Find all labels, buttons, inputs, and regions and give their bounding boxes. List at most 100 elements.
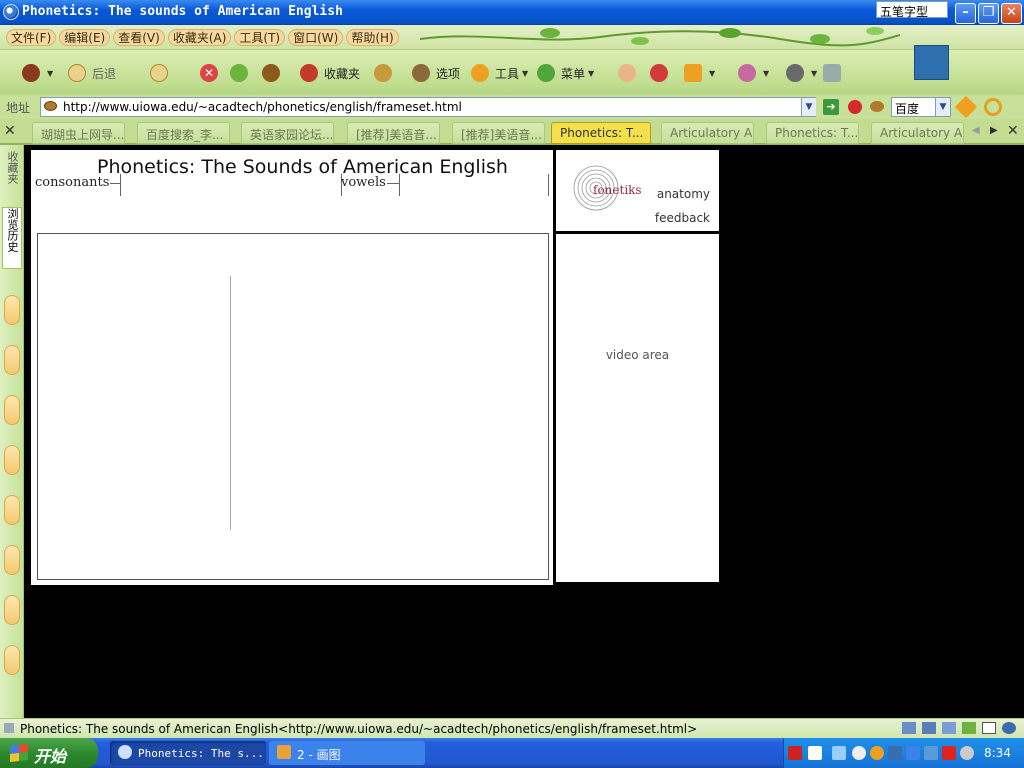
tray-icon[interactable]: [832, 746, 846, 760]
vowels-menu-bracket[interactable]: [399, 174, 549, 196]
sidebar-leaf-button[interactable]: [4, 295, 20, 325]
network-icon[interactable]: [888, 746, 902, 760]
search-icon[interactable]: [984, 98, 1002, 116]
home-button[interactable]: [262, 63, 284, 83]
home-menu-button[interactable]: ▼: [22, 63, 53, 83]
restore-button[interactable]: ❐: [978, 3, 999, 24]
sidebar-leaf-button[interactable]: [4, 445, 20, 475]
tab[interactable]: [推荐]美语音...: [452, 122, 545, 144]
mail-button[interactable]: ▼: [684, 63, 715, 83]
sidebar-leaf-button[interactable]: [4, 395, 20, 425]
system-tray: 8:34: [783, 738, 1024, 768]
sidebar-leaf-button[interactable]: [4, 495, 20, 525]
tray-icon[interactable]: [788, 746, 802, 760]
feedback-link[interactable]: feedback: [655, 211, 710, 225]
sidebar-leaf-button[interactable]: [4, 595, 20, 625]
taskbar-item-browser[interactable]: Phonetics: The s...: [110, 741, 266, 765]
leaf-refresh-icon: [230, 64, 248, 82]
apple-icon[interactable]: [848, 100, 862, 114]
tab[interactable]: 百度搜索_李...: [137, 122, 230, 144]
tray-icon[interactable]: [870, 746, 884, 760]
network-icon[interactable]: [906, 746, 920, 760]
clock[interactable]: 8:34: [984, 746, 1011, 760]
block-popup-button[interactable]: [650, 63, 672, 83]
options-button[interactable]: 选项: [412, 63, 460, 83]
menu-edit[interactable]: 编辑(E): [59, 29, 111, 46]
search-engine-dropdown[interactable]: ▼: [935, 98, 950, 116]
globe-icon[interactable]: [1002, 722, 1016, 734]
view-button[interactable]: [374, 63, 396, 83]
status-icon[interactable]: [922, 722, 936, 734]
menu-tools[interactable]: 工具(T): [234, 29, 286, 46]
logo-frame: fonetiks anatomy feedback: [556, 150, 719, 231]
menu-favorites[interactable]: 收藏夹(A): [167, 29, 232, 46]
start-button[interactable]: 开始: [0, 738, 98, 768]
media-button[interactable]: ▼: [786, 63, 817, 83]
refresh-button[interactable]: [230, 63, 252, 83]
status-icon[interactable]: [942, 722, 956, 734]
search-eye-icon[interactable]: [870, 101, 884, 112]
status-icons: [896, 722, 1016, 734]
tab[interactable]: 英语家园论坛...: [241, 122, 334, 144]
vowels-link[interactable]: vowels: [341, 175, 386, 190]
forward-button[interactable]: [150, 63, 172, 83]
tab-scroll-left-icon[interactable]: ◀: [972, 125, 980, 136]
checkbox-icon[interactable]: [982, 722, 996, 734]
sidebar-leaf-button[interactable]: [4, 545, 20, 575]
url-input[interactable]: http://www.uiowa.edu/~acadtech/phonetics…: [40, 97, 816, 117]
tab[interactable]: Articulatory A...: [871, 122, 964, 144]
forward-arrow-icon: [150, 64, 168, 82]
pen-icon[interactable]: [954, 95, 978, 119]
tab-active[interactable]: Phonetics: T...: [551, 122, 651, 144]
acorn-icon: [22, 64, 40, 82]
flower-button[interactable]: ▼: [738, 63, 769, 83]
close-tabs-icon[interactable]: ✕: [4, 123, 16, 139]
menu-help[interactable]: 帮助(H): [346, 29, 399, 46]
url-dropdown-button[interactable]: ▼: [801, 98, 816, 116]
content-panel[interactable]: [37, 233, 549, 580]
stop-icon: ✕: [200, 64, 218, 82]
tab[interactable]: Phonetics: T...: [766, 122, 859, 144]
back-button[interactable]: 后退: [68, 63, 116, 83]
menu-label: 菜单: [561, 66, 586, 81]
address-label: 地址: [6, 101, 31, 115]
help-icon[interactable]: [808, 746, 822, 760]
tab[interactable]: 瑚瑚虫上网导...: [32, 122, 125, 144]
status-icon[interactable]: [902, 722, 916, 734]
page-content: Phonetics: The Sounds of American Englis…: [25, 145, 1024, 718]
tab[interactable]: Articulatory A...: [661, 122, 754, 144]
tools-button[interactable]: 工具 ▼: [471, 63, 528, 83]
menu-button[interactable]: 菜单 ▼: [537, 63, 594, 83]
favorites-button[interactable]: 收藏夹: [300, 63, 360, 83]
menu-view[interactable]: 查看(V): [113, 29, 165, 46]
sidebar-leaf-button[interactable]: [4, 645, 20, 675]
tab[interactable]: [推荐]美语音...: [347, 122, 440, 144]
eye-icon: [374, 64, 392, 82]
close-tab-icon[interactable]: ✕: [1007, 123, 1019, 139]
antivirus-icon[interactable]: [942, 746, 956, 760]
tray-icon[interactable]: [924, 746, 938, 760]
ime-indicator[interactable]: 五笔字型: [876, 1, 948, 19]
browser-app-icon[interactable]: [3, 4, 19, 20]
anatomy-link[interactable]: anatomy: [657, 187, 710, 201]
title-bar[interactable]: Phonetics: The sounds of American Englis…: [0, 0, 1024, 25]
menu-file[interactable]: 文件(F): [6, 29, 57, 46]
sidebar-leaf-button[interactable]: [4, 345, 20, 375]
volume-icon[interactable]: [960, 746, 974, 760]
consonants-link[interactable]: consonants: [35, 175, 109, 190]
people-button[interactable]: [618, 63, 640, 83]
sidebar-tab-favorites[interactable]: 收藏夹: [2, 151, 22, 201]
status-icon[interactable]: [962, 722, 976, 734]
menu-window[interactable]: 窗口(W): [288, 29, 344, 46]
stop-button[interactable]: ✕: [200, 63, 222, 83]
tab-scroll-right-icon[interactable]: ▶: [990, 125, 998, 136]
go-button[interactable]: ➔: [823, 99, 839, 115]
video-frame: video area: [556, 234, 719, 582]
print-button[interactable]: [823, 63, 845, 83]
consonants-menu-bracket[interactable]: [120, 174, 342, 196]
minimize-button[interactable]: –: [955, 3, 976, 24]
close-window-button[interactable]: ✕: [1001, 3, 1022, 24]
taskbar-item-paint[interactable]: 2 - 画图: [269, 741, 425, 765]
sidebar-tab-history[interactable]: 浏览历史: [2, 207, 22, 269]
tray-icon[interactable]: [852, 746, 866, 760]
